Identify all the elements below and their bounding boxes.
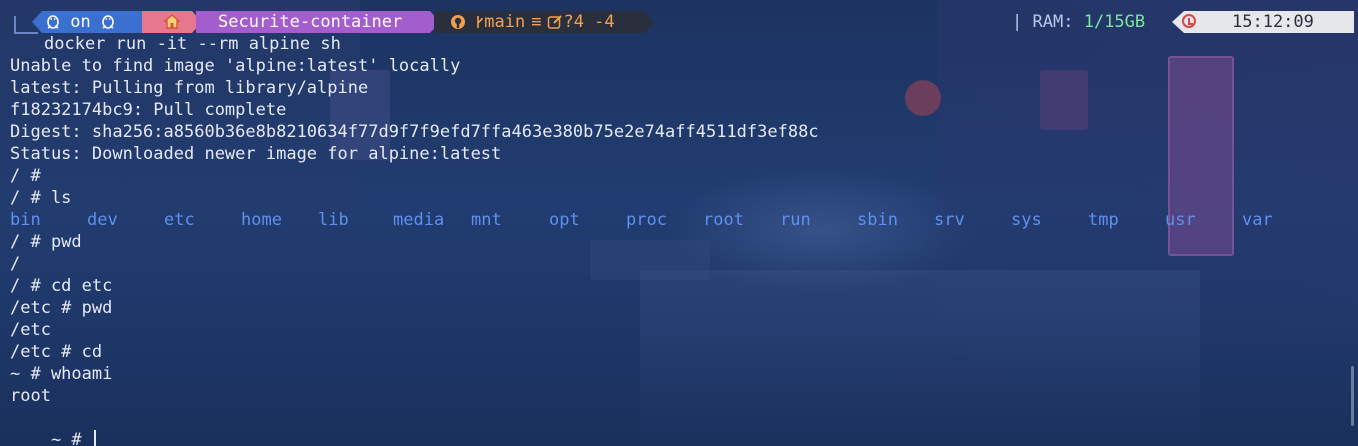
shell-prompt-line: ~ # whoami: [10, 364, 113, 384]
clock-time: 15:12:09: [1232, 12, 1314, 32]
linux-tux-icon: [47, 15, 59, 29]
git-equiv-symbol: ≡: [531, 12, 542, 32]
shell-prompt-line: / # pwd: [10, 232, 82, 252]
output-line: Status: Downloaded newer image for alpin…: [10, 144, 502, 164]
ls-entry: root: [703, 210, 744, 230]
time-segment: 15:12:09: [1172, 11, 1354, 33]
output-line: Digest: sha256:a8560b36e8b8210634f77d9f7…: [10, 122, 819, 142]
output-line: /etc: [10, 320, 51, 340]
shell-prompt-line: /etc # pwd: [10, 298, 113, 318]
ls-entry: srv: [934, 210, 965, 230]
shell-prompt-line: /etc # cd: [10, 342, 103, 362]
output-line: Unable to find image 'alpine:latest' loc…: [10, 56, 461, 76]
ls-entry: lib: [318, 210, 349, 230]
background-lantern: [905, 80, 941, 116]
alarm-clock-icon: [1182, 14, 1196, 28]
ls-entry: mnt: [471, 210, 502, 230]
ls-entry: run: [780, 210, 811, 230]
os-label: on: [70, 12, 91, 32]
linux-tux-icon: [102, 15, 114, 29]
background-awning: [590, 240, 710, 280]
output-line: latest: Pulling from library/alpine: [10, 78, 369, 98]
active-prompt-line[interactable]: ~ #: [10, 407, 96, 446]
output-line: f18232174bc9: Pull complete: [10, 100, 287, 120]
scrollbar[interactable]: [1351, 366, 1354, 426]
git-segment: main ≡ ?4 -4: [434, 11, 654, 33]
output-line: root: [10, 386, 51, 406]
ls-entry: proc: [626, 210, 667, 230]
ls-output: bin dev etc home lib media mnt opt proc …: [10, 209, 1310, 231]
shell-prompt-line: / # cd etc: [10, 276, 113, 296]
ls-entry: media: [393, 210, 445, 230]
ram-value: 1/15GB: [1083, 12, 1146, 32]
ls-entry: usr: [1165, 210, 1196, 230]
ls-entry: opt: [549, 210, 580, 230]
ram-label: RAM:: [1032, 12, 1074, 32]
ls-entry: etc: [164, 210, 195, 230]
text-cursor: [93, 430, 96, 446]
ls-entry: dev: [87, 210, 118, 230]
ls-entry: tmp: [1088, 210, 1119, 230]
prompt-connector-line: [14, 16, 38, 34]
github-icon: [450, 14, 466, 30]
output-line: /: [10, 254, 21, 274]
separator: |: [1012, 12, 1023, 32]
prompt-status-bar: on Securite-container main ≡ ?4 -4 | RAM…: [0, 11, 1358, 33]
shell-prompt-line: / # ls: [10, 188, 72, 208]
ls-entry: var: [1242, 210, 1273, 230]
background-street: [640, 270, 1200, 446]
ls-entry: sys: [1011, 210, 1042, 230]
ram-indicator: | RAM: 1/15GB: [1012, 11, 1145, 33]
home-icon: [163, 13, 181, 29]
git-branch-name: main: [484, 12, 526, 32]
os-segment: on: [32, 11, 144, 33]
terminal-window[interactable]: on Securite-container main ≡ ?4 -4 | RAM…: [0, 0, 1358, 446]
command-line: docker run -it --rm alpine sh: [44, 34, 341, 54]
shell-prompt-line: / #: [10, 166, 41, 186]
ls-entry: bin: [10, 210, 41, 230]
directory-segment: Securite-container: [196, 11, 440, 33]
ls-entry: sbin: [857, 210, 898, 230]
ls-entry: home: [241, 210, 282, 230]
current-prompt: ~ #: [50, 430, 92, 446]
directory-name: Securite-container: [218, 12, 403, 32]
pencil-square-icon: [547, 14, 563, 30]
home-segment: [142, 11, 202, 33]
background-sign: [1040, 70, 1088, 130]
background-building-right: [938, 0, 1358, 360]
git-status-counts: ?4 -4: [563, 12, 615, 32]
